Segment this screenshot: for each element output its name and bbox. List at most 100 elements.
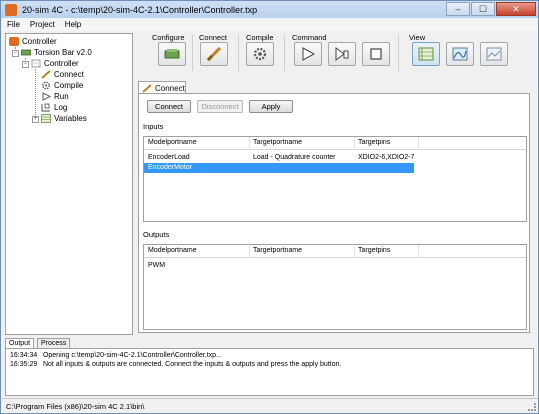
table-row[interactable]: PWM bbox=[144, 261, 526, 271]
toolbar-ribbon: Configure Connect Compile Command View bbox=[134, 33, 534, 75]
main-area: Configure Connect Compile Command View C… bbox=[134, 33, 534, 335]
tab-output[interactable]: Output bbox=[5, 338, 35, 348]
run-button[interactable] bbox=[294, 42, 322, 66]
inputs-col-modelportname[interactable]: Modelportname bbox=[148, 139, 197, 146]
log-line: 16:35:29 Not all inputs & outputs are co… bbox=[10, 361, 341, 368]
connect-panel: Connect Disconnect Apply Inputs Modelpor… bbox=[138, 93, 530, 333]
expand-toggle-controller[interactable]: − bbox=[22, 61, 29, 68]
tree-compile-label: Compile bbox=[54, 81, 84, 90]
project-icon bbox=[9, 37, 19, 46]
connect-icon bbox=[206, 47, 222, 61]
log-time: 16:34:34 bbox=[10, 352, 38, 359]
log-time: 16:35:29 bbox=[10, 361, 38, 368]
group-label-view: View bbox=[409, 33, 426, 42]
tree-item-root[interactable]: Controller bbox=[9, 36, 57, 47]
view-plot-button[interactable] bbox=[446, 42, 474, 66]
connect-step-icon bbox=[41, 70, 51, 79]
group-label-connect: Connect bbox=[199, 33, 227, 42]
outputs-col-targetpins[interactable]: Targetpins bbox=[358, 247, 390, 254]
apply-button[interactable]: Apply bbox=[249, 100, 293, 113]
app-icon bbox=[5, 3, 17, 16]
step-button[interactable] bbox=[328, 42, 356, 66]
view-panel-icon bbox=[418, 47, 434, 61]
window-title: 20-sim 4C - c:\temp\20-sim-4C-2.1\Contro… bbox=[22, 4, 258, 15]
menu-project[interactable]: Project bbox=[25, 20, 60, 29]
controller-icon bbox=[31, 59, 41, 68]
tree-connect-label: Connect bbox=[54, 70, 84, 79]
status-path: C:\Program Files (x86)\20-sim 4C 2.1\bin… bbox=[6, 401, 145, 411]
inputs-label: Inputs bbox=[143, 122, 164, 131]
bottom-tab-strip: Output Process bbox=[5, 338, 95, 348]
compile-icon bbox=[253, 47, 267, 61]
output-model-port: PWM bbox=[148, 262, 166, 269]
inputs-table-header: Modelportname Targetportname Targetpins bbox=[144, 137, 526, 150]
tree-item-project[interactable]: Torsion Bar v2.0 bbox=[20, 47, 92, 58]
tree-item-controller[interactable]: Controller bbox=[31, 58, 79, 69]
app-window: 20-sim 4C - c:\temp\20-sim-4C-2.1\Contro… bbox=[0, 0, 539, 414]
group-label-command: Command bbox=[292, 33, 327, 42]
tab-connect-label: Connect bbox=[155, 83, 185, 93]
tree-controller-label: Controller bbox=[44, 59, 79, 68]
maximize-button[interactable]: ☐ bbox=[471, 2, 495, 16]
outputs-table: Modelportname Targetportname Targetpins … bbox=[143, 244, 527, 330]
view-monitor-button[interactable] bbox=[480, 42, 508, 66]
window-controls: – ☐ ✕ bbox=[445, 2, 536, 16]
log-line: 16:34:34 Opening c:\temp\20-sim-4C-2.1\C… bbox=[10, 352, 222, 359]
table-row[interactable]: EncoderLoad Load - Quadrature counter XD… bbox=[144, 153, 526, 163]
tree-item-connect[interactable]: Connect bbox=[41, 69, 84, 80]
expand-toggle-project[interactable]: − bbox=[12, 50, 19, 57]
outputs-col-targetportname[interactable]: Targetportname bbox=[253, 247, 302, 254]
expand-toggle-variables[interactable]: + bbox=[32, 116, 39, 123]
resize-grip-icon[interactable] bbox=[528, 403, 536, 411]
minimize-button[interactable]: – bbox=[446, 2, 470, 16]
tab-strip: Connect bbox=[138, 81, 530, 94]
outputs-table-header: Modelportname Targetportname Targetpins bbox=[144, 245, 526, 258]
log-step-icon bbox=[41, 103, 51, 112]
group-label-compile: Compile bbox=[246, 33, 274, 42]
step-icon bbox=[335, 47, 349, 61]
view-plot-icon bbox=[452, 47, 468, 61]
tree-variables-label: Variables bbox=[54, 114, 87, 123]
configure-button[interactable] bbox=[158, 42, 186, 66]
run-icon bbox=[302, 47, 315, 61]
stop-button[interactable] bbox=[362, 42, 390, 66]
stop-icon bbox=[370, 48, 382, 60]
tree-item-run[interactable]: Run bbox=[41, 91, 69, 102]
outputs-label: Outputs bbox=[143, 230, 170, 239]
tab-process[interactable]: Process bbox=[37, 338, 71, 348]
log-text: Not all inputs & outputs are connected. … bbox=[42, 361, 342, 368]
status-bar: C:\Program Files (x86)\20-sim 4C 2.1\bin… bbox=[2, 398, 538, 413]
run-step-icon bbox=[41, 92, 52, 101]
tree-item-compile[interactable]: Compile bbox=[41, 80, 83, 91]
output-log: 16:34:34 Opening c:\temp\20-sim-4C-2.1\C… bbox=[5, 348, 534, 396]
variables-icon bbox=[41, 114, 51, 123]
title-bar[interactable]: 20-sim 4C - c:\temp\20-sim-4C-2.1\Contro… bbox=[1, 1, 538, 18]
menu-bar: File Project Help bbox=[2, 18, 538, 31]
inputs-col-targetportname[interactable]: Targetportname bbox=[253, 139, 302, 146]
tree-root-label: Controller bbox=[22, 37, 57, 46]
tree-log-label: Log bbox=[54, 103, 68, 112]
input-model-port: EncoderMotor bbox=[148, 164, 192, 171]
tree-run-label: Run bbox=[54, 92, 69, 101]
torsion-bar-icon bbox=[20, 48, 32, 57]
view-panel-button[interactable] bbox=[412, 42, 440, 66]
menu-help[interactable]: Help bbox=[60, 20, 86, 29]
project-tree: Controller − Torsion Bar v2.0 − Controll… bbox=[5, 33, 133, 335]
tree-item-log[interactable]: Log bbox=[41, 102, 67, 113]
input-model-port: EncoderLoad bbox=[148, 154, 190, 161]
outputs-col-modelportname[interactable]: Modelportname bbox=[148, 247, 197, 254]
disconnect-button[interactable]: Disconnect bbox=[197, 100, 243, 113]
compile-step-icon bbox=[41, 81, 51, 90]
compile-button[interactable] bbox=[246, 42, 274, 66]
close-button[interactable]: ✕ bbox=[496, 2, 536, 16]
connect-tab-icon bbox=[142, 83, 152, 93]
configure-icon bbox=[164, 49, 180, 59]
connect-button[interactable]: Connect bbox=[147, 100, 191, 113]
table-row-selected[interactable]: EncoderMotor bbox=[144, 163, 414, 173]
inputs-col-targetpins[interactable]: Targetpins bbox=[358, 139, 390, 146]
menu-file[interactable]: File bbox=[2, 20, 25, 29]
input-target-pins: XDIO2-6,XDIO2-7 bbox=[358, 154, 415, 161]
input-target-port: Load - Quadrature counter bbox=[253, 154, 336, 161]
tree-item-variables[interactable]: Variables bbox=[41, 113, 87, 124]
connect-button-toolbar[interactable] bbox=[200, 42, 228, 66]
